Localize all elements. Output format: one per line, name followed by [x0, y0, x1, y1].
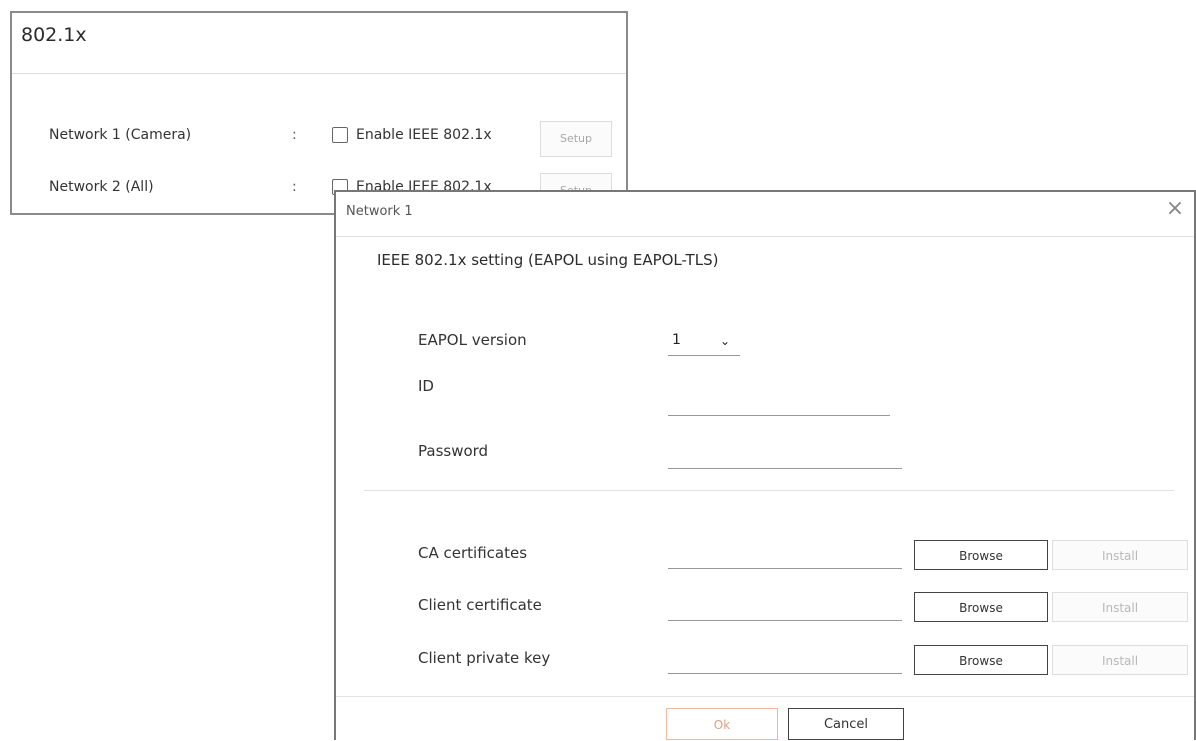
eapol-version-select[interactable]: 1 ⌄ — [668, 329, 740, 356]
dialog-titlebar: Network 1 × — [336, 192, 1194, 236]
client-private-key-path[interactable] — [668, 647, 902, 674]
dialog-heading: IEEE 802.1x setting (EAPOL using EAPOL-T… — [377, 251, 719, 269]
network-row-1: Network 1 (Camera) : Enable IEEE 802.1x … — [12, 121, 626, 157]
client-certificate-path[interactable] — [668, 594, 902, 621]
titlebar-divider — [336, 236, 1194, 237]
password-input[interactable] — [668, 442, 902, 469]
eapol-version-row: EAPOL version 1 ⌄ — [336, 329, 1194, 357]
ca-certificates-path[interactable] — [668, 542, 902, 569]
id-label: ID — [418, 377, 434, 395]
network-1-dialog: Network 1 × IEEE 802.1x setting (EAPOL u… — [334, 190, 1196, 740]
setup-button-network-1[interactable]: Setup — [540, 121, 612, 157]
ca-certificates-label: CA certificates — [418, 544, 528, 562]
footer-divider — [336, 696, 1194, 697]
client-private-key-browse-button[interactable]: Browse — [914, 645, 1048, 675]
id-input[interactable] — [668, 389, 890, 416]
separator: : — [292, 127, 297, 143]
eapol-version-value: 1 — [672, 332, 681, 348]
eapol-version-label: EAPOL version — [418, 331, 527, 349]
client-private-key-row: Client private key Browse Install — [336, 643, 1194, 675]
settings-panel-8021x: 802.1x Network 1 (Camera) : Enable IEEE … — [10, 11, 628, 215]
cancel-button[interactable]: Cancel — [788, 708, 904, 740]
id-row: ID — [336, 375, 1194, 416]
enable-8021x-label[interactable]: Enable IEEE 802.1x — [356, 127, 492, 143]
close-icon[interactable]: × — [1164, 198, 1186, 220]
client-private-key-install-button[interactable]: Install — [1052, 645, 1188, 675]
password-row: Password — [336, 440, 1194, 470]
client-certificate-row: Client certificate Browse Install — [336, 590, 1194, 622]
network-1-label: Network 1 (Camera) — [49, 127, 192, 143]
client-certificate-install-button[interactable]: Install — [1052, 592, 1188, 622]
password-label: Password — [418, 442, 489, 460]
panel-title: 802.1x — [21, 24, 87, 46]
dialog-title: Network 1 — [346, 204, 413, 219]
chevron-down-icon: ⌄ — [720, 334, 731, 348]
client-private-key-label: Client private key — [418, 649, 551, 667]
enable-8021x-checkbox-network-1[interactable] — [332, 127, 348, 143]
ok-button[interactable]: Ok — [666, 708, 778, 740]
section-divider — [364, 490, 1174, 491]
ca-certificates-row: CA certificates Browse Install — [336, 538, 1194, 570]
client-certificate-browse-button[interactable]: Browse — [914, 592, 1048, 622]
panel-divider — [12, 73, 626, 74]
network-2-label: Network 2 (All) — [49, 179, 154, 195]
ca-certificates-install-button[interactable]: Install — [1052, 540, 1188, 570]
ca-certificates-browse-button[interactable]: Browse — [914, 540, 1048, 570]
client-certificate-label: Client certificate — [418, 596, 542, 614]
separator: : — [292, 179, 297, 195]
